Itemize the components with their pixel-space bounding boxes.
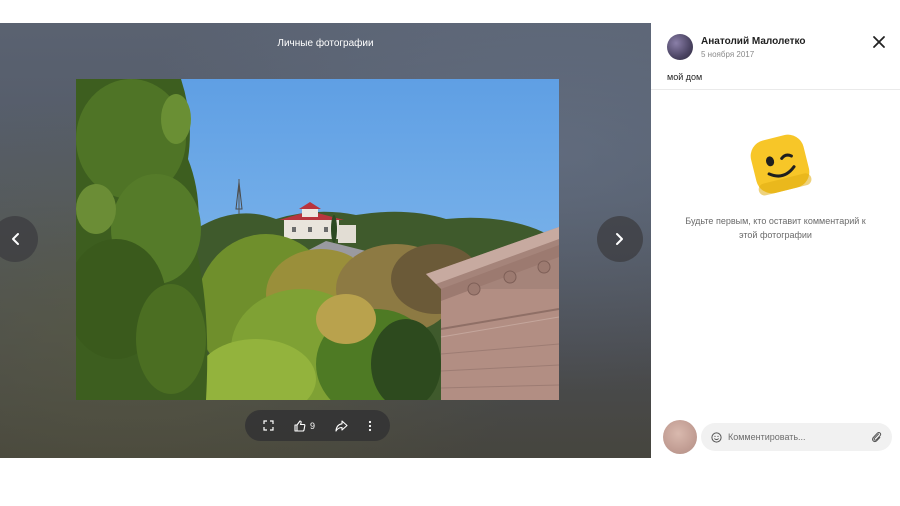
post-date: 5 ноября 2017 (701, 49, 755, 59)
photo[interactable] (76, 79, 559, 400)
photo-caption: мой дом (667, 72, 703, 82)
close-icon[interactable] (872, 35, 886, 49)
comment-input[interactable] (728, 432, 863, 442)
divider (651, 89, 900, 90)
comment-box[interactable] (701, 423, 892, 451)
album-title[interactable]: Личные фотографии (0, 38, 651, 49)
chevron-left-icon (12, 233, 19, 245)
author-row: Анатолий Малолетко 5 ноября 2017 (667, 34, 806, 60)
photo-toolbar: 9 (245, 410, 390, 441)
share-button[interactable] (335, 419, 348, 432)
fullscreen-button[interactable] (263, 420, 274, 431)
fullscreen-icon (263, 420, 274, 431)
more-vertical-icon (368, 420, 372, 431)
comments-panel: Анатолий Малолетко 5 ноября 2017 мой дом… (651, 23, 900, 458)
author-avatar[interactable] (667, 34, 693, 60)
next-photo-button[interactable] (597, 216, 643, 262)
empty-comments-text: Будьте первым, кто оставит комментарий к… (685, 216, 866, 240)
current-user-avatar[interactable] (663, 420, 697, 454)
more-button[interactable] (368, 420, 372, 432)
emoji-icon[interactable] (711, 431, 722, 443)
winking-face-mascot-icon (750, 134, 812, 196)
author-name[interactable]: Анатолий Малолетко (701, 36, 806, 47)
chevron-right-icon (616, 233, 623, 245)
like-button[interactable]: 9 (294, 419, 315, 432)
photo-viewer: Личные фотографии 9 (0, 23, 651, 458)
paperclip-icon[interactable] (871, 431, 882, 443)
share-arrow-icon (335, 419, 348, 432)
bottom-bar (0, 458, 900, 506)
thumbs-up-icon (294, 419, 306, 432)
likes-count: 9 (309, 420, 315, 431)
previous-photo-button[interactable] (0, 216, 38, 262)
top-bar (0, 0, 900, 23)
